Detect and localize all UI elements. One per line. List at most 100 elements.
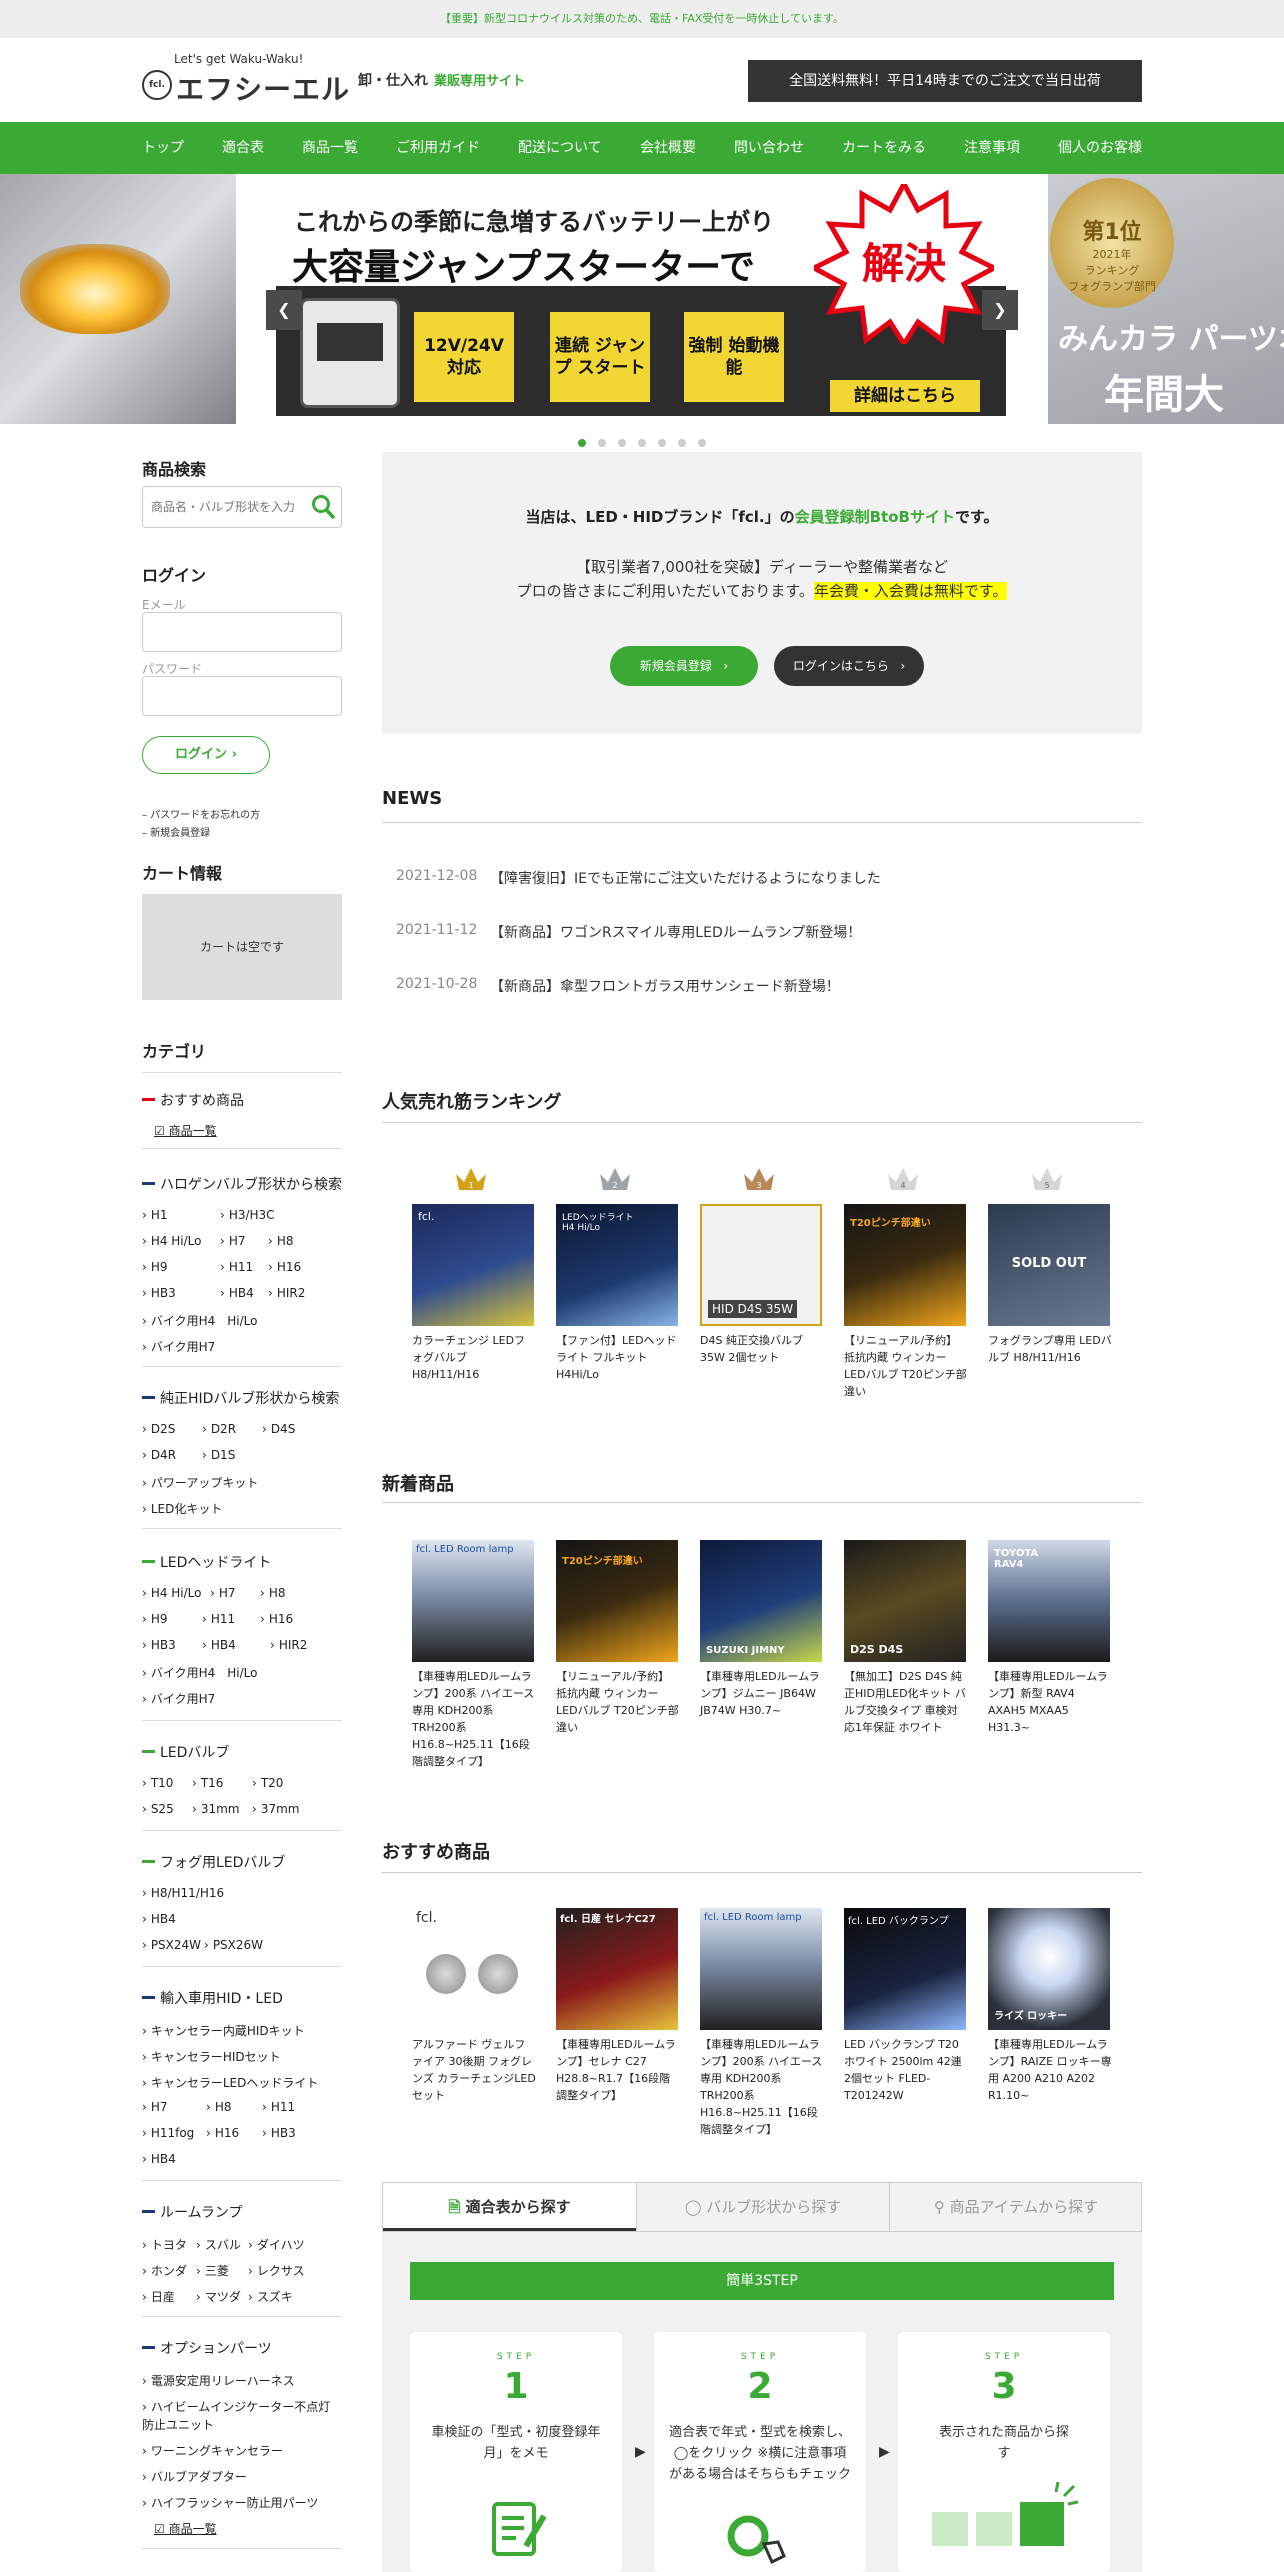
sidebar-link[interactable]: PSX26W [204, 1938, 263, 1952]
sidebar-link[interactable]: T20 [252, 1776, 284, 1790]
register-link[interactable]: – 新規会員登録 [142, 824, 210, 839]
category-fog-led[interactable]: フォグ用LEDバルブ [142, 1852, 285, 1872]
carousel-dot[interactable] [638, 439, 646, 447]
product-card[interactable]: fcl. LED Room lamp 【車種専用LEDルームランプ】200系 ハイ… [700, 1908, 824, 2138]
carousel-dot[interactable] [618, 439, 626, 447]
nav-shipping[interactable]: 配送について [518, 122, 602, 174]
sidebar-link[interactable]: ハイビームインジケーター不点灯防止ユニット [142, 2398, 342, 2434]
product-list-link[interactable]: ☑ 商品一覧 [154, 2520, 217, 2537]
carousel-dot[interactable] [658, 439, 666, 447]
sidebar-link[interactable]: H9 [142, 1260, 168, 1274]
sidebar-link[interactable]: T16 [192, 1776, 224, 1790]
sidebar-link[interactable]: H16 [268, 1260, 301, 1274]
product-card[interactable]: fcl. LED Room lamp 【車種専用LEDルームランプ】200系 ハイ… [412, 1540, 536, 1770]
nav-guide[interactable]: ご利用ガイド [396, 122, 480, 174]
sidebar-link[interactable]: HB4 [220, 1286, 254, 1300]
nav-products[interactable]: 商品一覧 [302, 122, 358, 174]
sidebar-link[interactable]: HB3 [142, 1638, 176, 1652]
hero-next-slide[interactable]: 第1位 2021年 ランキング フォグランプ部門 みんカラ パーツオ 年間大 [1048, 174, 1284, 424]
news-link[interactable]: 【新商品】傘型フロントガラス用サンシェード新登場！ [490, 976, 840, 996]
sidebar-link[interactable]: H7 [142, 2100, 168, 2114]
tab-bulb-shape[interactable]: ◯ バルブ形状から探す [636, 2183, 889, 2231]
nav-personal[interactable]: 個人のお客様 [1058, 122, 1142, 174]
nav-contact[interactable]: 問い合わせ [734, 122, 804, 174]
sidebar-link[interactable]: PSX24W [142, 1938, 201, 1952]
hero-prev-slide[interactable] [0, 174, 236, 424]
hero-slide-jumpstarter[interactable]: これからの季節に急増するバッテリー上がり 大容量ジャンプスターターで 12V/2… [238, 174, 1046, 424]
nav-notes[interactable]: 注意事項 [964, 122, 1020, 174]
sidebar-link[interactable]: D2R [202, 1422, 236, 1436]
sidebar-link[interactable]: H8 [268, 1234, 294, 1248]
sidebar-link[interactable]: H8/H11/H16 [142, 1886, 224, 1900]
carousel-prev-button[interactable]: ❮ [266, 290, 302, 330]
nav-compat[interactable]: 適合表 [222, 122, 264, 174]
sidebar-link[interactable]: HB3 [262, 2126, 296, 2140]
sidebar-link[interactable]: HB4 [202, 1638, 236, 1652]
sidebar-link[interactable]: ワーニングキャンセラー [142, 2442, 283, 2459]
sidebar-link[interactable]: D4S [262, 1422, 296, 1436]
sidebar-link[interactable]: S25 [142, 1802, 174, 1816]
forgot-password-link[interactable]: – パスワードをお忘れの方 [142, 806, 260, 821]
search-input[interactable] [151, 497, 301, 517]
news-link[interactable]: 【新商品】ワゴンRスマイル専用LEDルームランプ新登場！ [490, 922, 861, 942]
sidebar-link[interactable]: キャンセラーHIDセット [142, 2048, 281, 2065]
sidebar-link[interactable]: 日産 [142, 2288, 175, 2305]
sidebar-link[interactable]: H1 [142, 1208, 168, 1222]
sidebar-link[interactable]: D1S [202, 1448, 236, 1462]
sidebar-link[interactable]: 37mm [252, 1802, 300, 1816]
sidebar-link[interactable]: ダイハツ [248, 2236, 305, 2253]
nav-company[interactable]: 会社概要 [640, 122, 696, 174]
sidebar-link[interactable]: H16 [206, 2126, 239, 2140]
news-link[interactable]: 【障害復旧】IEでも正常にご注文いただけるようになりました [490, 868, 881, 888]
search-icon[interactable] [311, 494, 335, 520]
sidebar-link[interactable]: 電源安定用リレーハーネス [142, 2372, 295, 2389]
sidebar-link[interactable]: バイク用H7 [142, 1338, 215, 1355]
sidebar-link[interactable]: HB3 [142, 1286, 176, 1300]
sidebar-link[interactable]: トヨタ [142, 2236, 187, 2253]
nav-cart[interactable]: カートをみる [842, 122, 926, 174]
sidebar-link[interactable]: キャンセラー内蔵HIDキット [142, 2022, 305, 2039]
nav-top[interactable]: トップ [142, 122, 184, 174]
sidebar-link[interactable]: バイク用H4 Hi/Lo [142, 1312, 258, 1329]
category-recommended[interactable]: おすすめ商品 [142, 1090, 244, 1110]
sidebar-link[interactable]: LED化キット [142, 1500, 223, 1517]
login-here-button[interactable]: ログインはこちら › [774, 646, 924, 686]
sidebar-link[interactable]: H3/H3C [220, 1208, 275, 1222]
site-logo[interactable]: Let's get Waku-Waku! fcl. エフシーエル [142, 52, 349, 112]
sidebar-link[interactable]: バイク用H4 Hi/Lo [142, 1664, 258, 1681]
product-card[interactable]: HID D4S 35W D4S 純正交換バルブ 35W 2個セット [700, 1204, 824, 1366]
sidebar-link[interactable]: ホンダ [142, 2262, 187, 2279]
sidebar-link[interactable]: H8 [260, 1586, 286, 1600]
email-field[interactable] [142, 612, 342, 652]
product-list-link[interactable]: ☑ 商品一覧 [154, 1122, 217, 1139]
tab-compat-table[interactable]: 🗎 適合表から探す [383, 2183, 636, 2231]
product-card[interactable]: T20ピンチ部違い 【リニューアル/予約】抵抗内蔵 ウィンカーLEDバルブ T20… [556, 1540, 680, 1736]
product-card[interactable]: SOLD OUT フォグランプ専用 LEDバルブ H8/H11/H16 [988, 1204, 1112, 1366]
tab-product-item[interactable]: ⚲ 商品アイテムから探す [889, 2183, 1142, 2231]
carousel-dot[interactable] [678, 439, 686, 447]
product-card[interactable]: fcl. アルファード ヴェルファイア 30後期 フォグレンズ カラーチェンジLE… [412, 1908, 536, 2104]
sidebar-link[interactable]: 31mm [192, 1802, 240, 1816]
sidebar-link[interactable]: H8 [206, 2100, 232, 2114]
sidebar-link[interactable]: T10 [142, 1776, 174, 1790]
category-led-bulb[interactable]: LEDバルブ [142, 1742, 229, 1762]
sidebar-link[interactable]: 三菱 [196, 2262, 229, 2279]
carousel-dot[interactable] [598, 439, 606, 447]
product-card[interactable]: SUZUKI JIMNY 【車種専用LEDルームランプ】ジムニー JB64W JB… [700, 1540, 824, 1719]
sidebar-link[interactable]: H4 Hi/Lo [142, 1586, 202, 1600]
carousel-dot[interactable] [698, 439, 706, 447]
product-card[interactable]: fcl. 日産 セレナC27 【車種専用LEDルームランプ】セレナ C27 H28… [556, 1908, 680, 2104]
carousel-next-button[interactable]: ❯ [982, 290, 1018, 330]
sidebar-link[interactable]: HB4 [142, 2152, 176, 2166]
sidebar-link[interactable]: D4R [142, 1448, 176, 1462]
product-card[interactable]: D2S D4S 【無加工】D2S D4S 純正HID用LED化キット バルブ交換タ… [844, 1540, 968, 1736]
product-card[interactable]: fcl. カラーチェンジ LEDフォグバルブ H8/H11/H16 [412, 1204, 536, 1383]
sidebar-link[interactable]: HIR2 [270, 1638, 308, 1652]
sidebar-link[interactable]: H7 [220, 1234, 246, 1248]
sidebar-link[interactable]: スバル [196, 2236, 241, 2253]
sidebar-link[interactable]: H16 [260, 1612, 293, 1626]
sidebar-link[interactable]: マツダ [196, 2288, 241, 2305]
category-room-lamp[interactable]: ルームランプ [142, 2202, 242, 2222]
category-led-headlight[interactable]: LEDヘッドライト [142, 1552, 271, 1572]
sidebar-link[interactable]: H11 [220, 1260, 253, 1274]
